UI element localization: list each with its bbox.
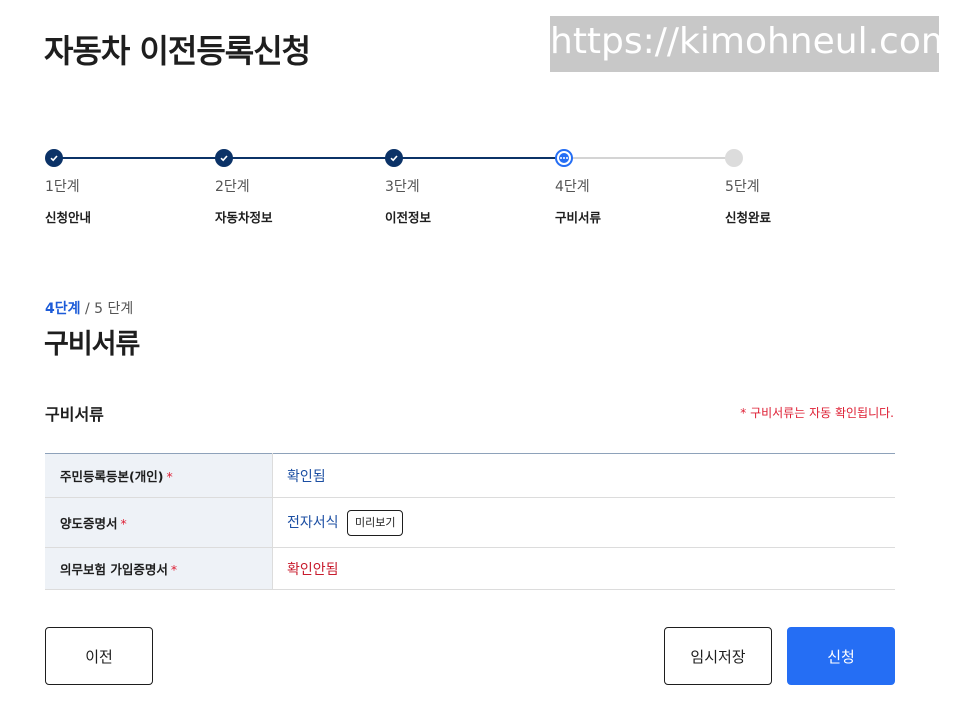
- step-number: 5단계: [725, 179, 760, 195]
- status-text: 확인됨: [287, 468, 326, 485]
- check-icon: [385, 149, 403, 167]
- current-step: 4단계: [45, 301, 81, 317]
- section-title: 구비서류: [44, 329, 140, 360]
- step-indicator: 1단계 2단계 3단계 4단계 5단계 신청안내 자동차정보 이전정보 구비서류…: [0, 0, 956, 240]
- step-label: 신청완료: [725, 210, 772, 225]
- step-label: 이전정보: [385, 210, 432, 225]
- document-status: 확인안됨: [272, 547, 895, 590]
- status-text: 확인안됨: [287, 561, 339, 578]
- document-status: 확인됨: [272, 453, 895, 498]
- step-connector: [54, 157, 224, 159]
- required-mark: *: [166, 469, 173, 484]
- required-mark: *: [170, 562, 178, 577]
- step-number: 1단계: [45, 179, 80, 195]
- check-icon: [45, 149, 63, 167]
- temp-save-button[interactable]: 임시저장: [664, 627, 772, 685]
- table-row: 의무보험 가입증명서 * 확인안됨: [45, 547, 895, 590]
- status-text: 전자서식: [287, 514, 339, 531]
- prev-button[interactable]: 이전: [45, 627, 153, 685]
- step-label: 신청안내: [45, 210, 92, 225]
- submit-button[interactable]: 신청: [787, 627, 895, 685]
- required-mark: *: [120, 516, 127, 531]
- step-connector: [564, 157, 734, 159]
- step-number: 4단계: [555, 179, 590, 195]
- step-label: 구비서류: [555, 210, 602, 225]
- total-steps: / 5 단계: [84, 301, 134, 317]
- document-name: 양도증명서 *: [45, 497, 273, 548]
- step-connector: [394, 157, 564, 159]
- table-row: 양도증명서 * 전자서식 미리보기: [45, 497, 895, 548]
- document-status: 전자서식 미리보기: [272, 497, 895, 548]
- document-name: 의무보험 가입증명서 *: [45, 547, 273, 590]
- preview-button[interactable]: 미리보기: [346, 509, 404, 536]
- step-label: 자동차정보: [215, 210, 273, 225]
- auto-check-notice: * 구비서류는 자동 확인됩니다.: [740, 406, 894, 420]
- document-name: 주민등록등본(개인) *: [45, 453, 273, 498]
- step-progress: 4단계 / 5 단계: [45, 298, 133, 318]
- step-number: 2단계: [215, 179, 250, 195]
- in-progress-icon: [555, 149, 573, 167]
- table-row: 주민등록등본(개인) * 확인됨: [45, 453, 895, 498]
- step-number: 3단계: [385, 179, 420, 195]
- documents-heading: 구비서류: [45, 405, 104, 424]
- pending-step-icon: [725, 149, 743, 167]
- check-icon: [215, 149, 233, 167]
- documents-table: 주민등록등본(개인) * 확인됨 양도증명서 * 전자서식 미리보기 의무보험 가입…: [45, 453, 895, 590]
- step-connector: [224, 157, 394, 159]
